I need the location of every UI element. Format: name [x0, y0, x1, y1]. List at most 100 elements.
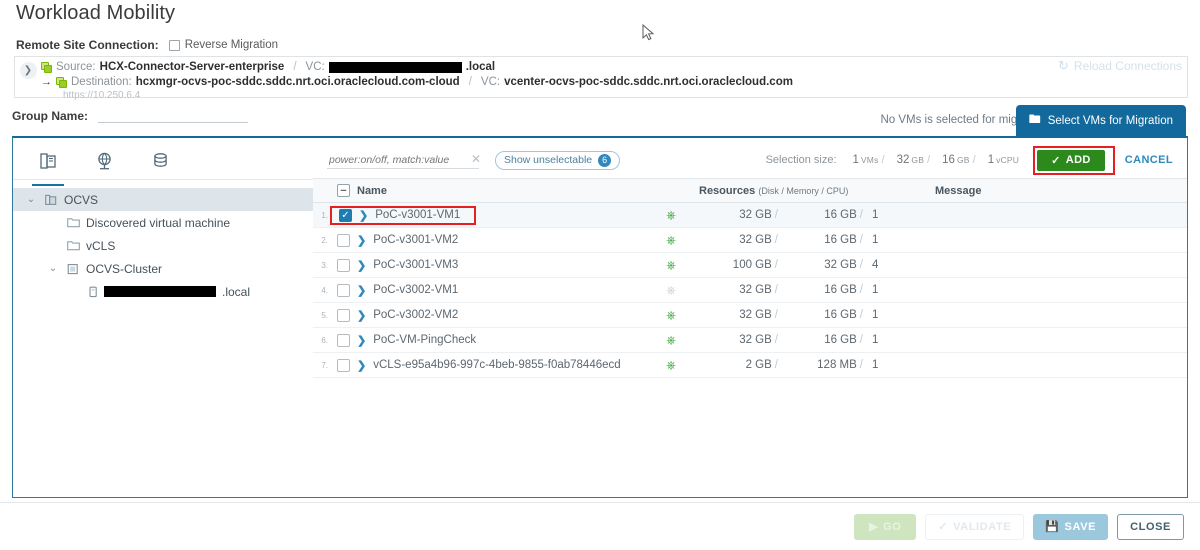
tree-node-label: OCVS-Cluster — [86, 261, 163, 276]
row-checkbox[interactable] — [337, 258, 350, 272]
connection-url: https://10.250.6.4 — [63, 90, 141, 101]
row-name-cell[interactable]: ✓ ❯ PoC-v3001-VM1 — [330, 202, 651, 228]
row-cpu: 1 — [872, 359, 879, 371]
row-expand-chevron-icon[interactable]: ❯ — [359, 209, 368, 222]
power-on-icon: ⎈ — [666, 207, 676, 222]
source-vc-label: VC: — [305, 61, 325, 73]
inventory-tree: ⌄ OCVS Discovered virtual machine vCLS ⌄ OCVS… — [13, 180, 313, 303]
connection-expand-button[interactable]: ❯ — [15, 57, 41, 99]
folder-icon — [67, 217, 80, 228]
row-checkbox[interactable] — [337, 308, 350, 322]
table-row[interactable]: 6. ❯ PoC-VM-PingCheck ⎈ 32 GB/16 GB/1 — [313, 327, 1187, 353]
add-button-label: ADD — [1065, 154, 1091, 166]
tree-node-vcls[interactable]: vCLS — [13, 234, 313, 257]
table-row[interactable]: 7. ❯ vCLS-e95a4b96-997c-4beb-9855-f0ab7844… — [313, 352, 1187, 378]
divider: / — [774, 209, 778, 221]
group-name-row: Group Name: — [12, 107, 249, 123]
row-cpu-cell: 1 — [866, 277, 927, 303]
selection-vms-value: 1 — [852, 154, 859, 166]
cancel-button[interactable]: CANCEL — [1125, 154, 1173, 166]
tab-datastores[interactable] — [147, 152, 173, 180]
row-name-cell[interactable]: ❯ PoC-v3001-VM3 — [331, 252, 651, 278]
row-name-cell[interactable]: ❯ PoC-v3002-VM1 — [331, 277, 651, 303]
divider: / — [468, 76, 472, 88]
row-name-cell[interactable]: ❯ PoC-v3001-VM2 — [331, 227, 651, 253]
row-message-cell — [926, 352, 1187, 378]
connection-summary-box[interactable]: ❯ Source: HCX-Connector-Server-enterpris… — [14, 56, 1188, 101]
row-memory-cell: 16 GB / — [781, 202, 866, 228]
group-name-input[interactable] — [98, 107, 249, 123]
tree-node-discovered-virtual-machine[interactable]: Discovered virtual machine — [13, 211, 313, 234]
row-index: 2. — [321, 235, 328, 245]
table-row[interactable]: 2. ❯ PoC-v3001-VM2 ⎈ 32 GB/16 GB/1 — [313, 227, 1187, 253]
row-disk: 2 GB — [745, 359, 772, 371]
tree-node-label: .local — [222, 284, 251, 299]
tree-node-label: OCVS — [64, 192, 99, 207]
header-name-label: Name — [357, 184, 387, 197]
row-checkbox[interactable] — [337, 358, 350, 372]
row-disk: 100 GB — [732, 259, 772, 271]
row-disk: 32 GB — [739, 284, 772, 296]
show-unselectable-button[interactable]: Show unselectable 6 — [495, 150, 621, 170]
row-cpu: 1 — [872, 334, 879, 346]
folder-icon: 🖿 — [1028, 112, 1041, 126]
row-checkbox[interactable] — [337, 333, 350, 347]
check-icon: ✓ — [1051, 154, 1061, 167]
row-name-cell[interactable]: ❯ PoC-VM-PingCheck — [331, 327, 651, 353]
row-expand-chevron-icon[interactable]: ❯ — [357, 234, 366, 247]
row-expand-chevron-icon[interactable]: ❯ — [357, 359, 366, 372]
close-button[interactable]: CLOSE — [1117, 513, 1184, 540]
reverse-migration-checkbox[interactable] — [168, 39, 180, 51]
tree-node-ocvs-cluster[interactable]: ⌄ OCVS-Cluster — [13, 257, 313, 280]
reload-connections-button[interactable]: ↻ Reload Connections — [1058, 58, 1182, 74]
row-name-cell[interactable]: ❯ vCLS-e95a4b96-997c-4beb-9855-f0ab78446e… — [331, 352, 651, 378]
tab-virtual-machines[interactable] — [32, 152, 64, 186]
row-checkbox[interactable] — [337, 233, 350, 247]
reverse-migration-toggle[interactable]: Reverse Migration — [168, 39, 278, 51]
vm-filter-input[interactable] — [327, 151, 479, 169]
row-disk-cell: 32 GB / — [691, 327, 781, 353]
row-checkbox[interactable] — [337, 283, 350, 297]
row-vm-name: PoC-VM-PingCheck — [373, 334, 477, 346]
table-row[interactable]: 1. ✓ ❯ PoC-v3001-VM1 ⎈ 32 GB/16 GB/1 — [313, 202, 1187, 228]
row-checkbox[interactable]: ✓ — [339, 208, 352, 222]
row-vm-name: PoC-v3002-VM1 — [373, 284, 459, 296]
divider: / — [927, 154, 931, 166]
clear-filter-icon[interactable]: ✕ — [471, 152, 481, 166]
tab-select-vms-for-migration[interactable]: 🖿 Select VMs for Migration — [1015, 105, 1186, 136]
tree-node--local[interactable]: .local — [13, 280, 313, 303]
tab-networks[interactable] — [91, 152, 117, 180]
table-row[interactable]: 5. ❯ PoC-v3002-VM2 ⎈ 32 GB/16 GB/1 — [313, 302, 1187, 328]
header-message-label: Message — [935, 184, 982, 197]
row-expand-chevron-icon[interactable]: ❯ — [357, 334, 366, 347]
row-index: 3. — [321, 260, 328, 270]
tree-expander-icon[interactable]: ⌄ — [23, 194, 39, 205]
row-name-cell[interactable]: ❯ PoC-v3002-VM2 — [331, 302, 651, 328]
row-index: 6. — [321, 335, 328, 345]
row-expand-chevron-icon[interactable]: ❯ — [357, 309, 366, 322]
save-button[interactable]: 💾 SAVE — [1033, 513, 1109, 540]
table-row[interactable]: 4. ❯ PoC-v3002-VM1 ⎈ 32 GB/16 GB/1 — [313, 277, 1187, 303]
power-on-icon: ⎈ — [666, 357, 676, 372]
row-vm-name: PoC-v3002-VM2 — [373, 309, 459, 321]
row-expand-chevron-icon[interactable]: ❯ — [357, 284, 366, 297]
validate-button[interactable]: ✓ VALIDATE — [925, 513, 1025, 540]
select-all-checkbox[interactable]: − — [337, 184, 350, 197]
source-value: HCX-Connector-Server-enterprise — [99, 61, 285, 73]
tree-node-ocvs[interactable]: ⌄ OCVS — [13, 188, 313, 211]
row-message-cell — [926, 227, 1187, 253]
tree-expander-icon[interactable]: ⌄ — [45, 263, 61, 274]
divider: / — [774, 334, 778, 346]
selection-size-label: Selection size: — [765, 154, 837, 166]
selection-vms-unit: VMs — [860, 155, 879, 165]
row-power-state-cell: ⎈ — [651, 277, 691, 303]
go-button[interactable]: ▶ GO — [854, 513, 917, 540]
add-button[interactable]: ✓ ADD — [1037, 149, 1105, 171]
row-disk-cell: 2 GB / — [691, 352, 781, 378]
table-row[interactable]: 3. ❯ PoC-v3001-VM3 ⎈ 100 GB/32 GB/4 — [313, 252, 1187, 278]
row-expand-chevron-icon[interactable]: ❯ — [357, 259, 366, 272]
divider: / — [859, 209, 863, 221]
row-memory-cell: 16 GB / — [781, 302, 866, 328]
divider: / — [774, 309, 778, 321]
power-on-icon: ⎈ — [666, 307, 676, 322]
